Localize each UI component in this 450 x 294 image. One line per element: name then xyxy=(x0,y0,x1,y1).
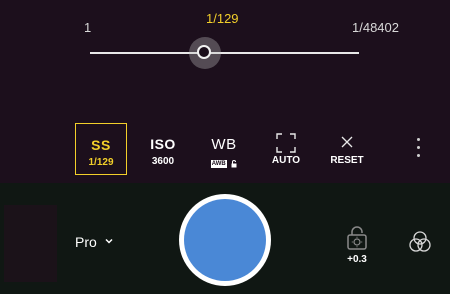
iso-label: ISO xyxy=(150,136,176,152)
shutter-speed-value: 1/129 xyxy=(88,157,114,168)
awb-lock-icon: AWB xyxy=(210,155,237,173)
filters-icon[interactable] xyxy=(408,230,432,254)
awb-badge: AWB xyxy=(210,159,227,168)
focus-value: AUTO xyxy=(271,155,301,166)
more-vertical-icon[interactable] xyxy=(417,138,421,160)
iso-control[interactable]: ISO 3600 xyxy=(137,123,189,175)
exposure-value: +0.3 xyxy=(347,254,367,265)
slider-max-label: 1/48402 xyxy=(352,20,399,35)
white-balance-control[interactable]: WB AWB xyxy=(198,123,250,175)
exposure-control[interactable]: +0.3 xyxy=(341,226,373,266)
shutter-button[interactable] xyxy=(184,199,266,281)
chevron-down-icon xyxy=(105,238,113,244)
slider-current-value: 1/129 xyxy=(206,11,239,26)
focus-control[interactable]: AUTO xyxy=(260,123,312,175)
shutter-speed-label: SS xyxy=(91,137,111,153)
shutter-speed-control[interactable]: SS 1/129 xyxy=(75,123,127,175)
exposure-lock-icon xyxy=(347,226,367,250)
reset-label: RESET xyxy=(330,155,364,166)
slider-thumb[interactable] xyxy=(197,45,211,59)
shutter-speed-slider-track[interactable] xyxy=(90,52,359,54)
focus-frame-icon xyxy=(276,133,296,153)
reset-control[interactable]: RESET xyxy=(321,123,373,175)
white-balance-label: WB xyxy=(211,136,237,153)
iso-value: 3600 xyxy=(151,156,175,167)
mode-selector[interactable]: Pro xyxy=(75,234,113,250)
slider-min-label: 1 xyxy=(84,20,92,35)
mode-label: Pro xyxy=(75,234,97,250)
close-icon xyxy=(341,136,353,148)
gallery-thumbnail[interactable] xyxy=(4,205,57,282)
